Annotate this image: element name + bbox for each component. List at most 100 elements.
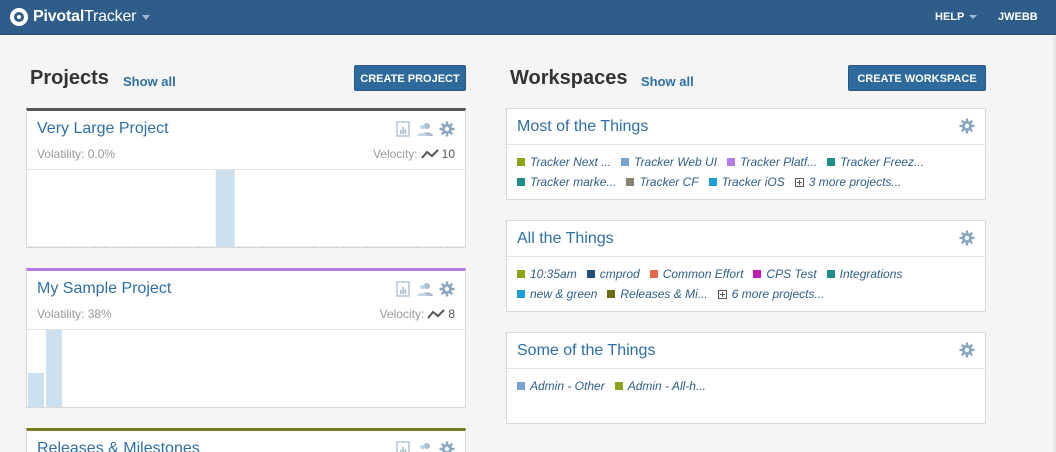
workspaces-show-all-link[interactable]: Show all	[641, 74, 694, 89]
report-icon[interactable]	[395, 441, 411, 452]
project-actions	[395, 121, 455, 137]
workspace-project-link[interactable]: Releases & Mi...	[607, 287, 708, 301]
project-color-swatch	[517, 382, 525, 390]
project-color-swatch	[517, 178, 525, 186]
expand-icon	[717, 289, 727, 299]
volatility: Volatility: 0.0%	[37, 147, 116, 161]
velocity-bar	[69, 246, 89, 247]
workspace-name[interactable]: All the Things	[517, 230, 614, 248]
velocity-bar	[257, 246, 277, 247]
project-name[interactable]: Releases & Milestones	[37, 440, 200, 452]
report-icon[interactable]	[395, 121, 411, 137]
workspace-project-link[interactable]: Admin - All-h...	[614, 379, 706, 393]
gear-icon[interactable]	[959, 342, 975, 363]
more-projects-link[interactable]: 6 more projects...	[717, 287, 825, 301]
chevron-down-icon	[969, 15, 978, 19]
workspace-project-link[interactable]: cmprod	[586, 267, 640, 281]
gear-icon[interactable]	[439, 281, 455, 297]
velocity-bar	[424, 246, 444, 247]
members-icon[interactable]	[417, 441, 433, 452]
project-card: Very Large Project Volatility: 0.0% Velo…	[26, 108, 466, 248]
project-name[interactable]: Very Large Project	[37, 120, 169, 138]
create-project-button[interactable]: CREATE PROJECT	[354, 65, 466, 91]
velocity: Velocity: 10	[373, 147, 455, 161]
user-menu[interactable]: JWEBB	[998, 11, 1038, 23]
velocity-bar	[361, 246, 381, 247]
velocity-bar	[445, 246, 464, 247]
workspace-project-link[interactable]: Common Effort	[649, 267, 743, 281]
projects-title: Projects	[30, 67, 109, 89]
workspace-project-label: Tracker CF	[639, 175, 699, 189]
workspace-project-link[interactable]: Tracker Freez...	[827, 155, 924, 169]
gear-icon[interactable]	[439, 441, 455, 452]
project-color-swatch	[626, 178, 635, 186]
logo[interactable]: PivotalTracker	[10, 8, 151, 26]
project-actions	[395, 281, 455, 297]
chevron-down-icon[interactable]	[142, 14, 151, 20]
workspace-project-row: Tracker Next ... Tracker Web UI Tracker Pl…	[517, 152, 975, 172]
user-name: JWEBB	[998, 11, 1038, 23]
velocity-bar	[174, 246, 193, 247]
workspace-project-link[interactable]: Tracker Web UI	[621, 155, 717, 169]
workspace-project-label: Tracker marke...	[530, 175, 617, 189]
project-color-swatch	[517, 290, 525, 298]
velocity-bar	[46, 330, 62, 407]
project-color-swatch	[708, 178, 717, 186]
project-actions	[395, 441, 455, 452]
velocity-bar	[403, 246, 423, 247]
workspace-project-label: Tracker Platf...	[740, 155, 818, 169]
more-projects-link[interactable]: 3 more projects...	[794, 175, 901, 189]
workspace-project-label: 10:35am	[530, 267, 577, 281]
velocity-bar	[236, 246, 256, 247]
volatility: Volatility: 38%	[37, 307, 112, 321]
create-workspace-button[interactable]: CREATE WORKSPACE	[848, 65, 986, 91]
workspace-project-link[interactable]: Tracker CF	[626, 175, 699, 189]
help-menu[interactable]: HELP	[935, 11, 978, 23]
gear-icon[interactable]	[959, 230, 975, 251]
workspace-project-link[interactable]: 10:35am	[517, 267, 577, 281]
members-icon[interactable]	[417, 121, 433, 137]
workspace-project-label: Admin - All-h...	[627, 379, 706, 393]
project-card: My Sample Project Volatility: 38% Veloci…	[26, 268, 466, 408]
project-color-swatch	[621, 158, 630, 166]
project-color-swatch	[586, 270, 595, 278]
workspace-project-label: Integrations	[839, 267, 903, 281]
workspace-project-link[interactable]: Tracker Next ...	[517, 155, 611, 169]
velocity-bar	[111, 246, 131, 247]
workspace-card: Some of the Things Admin - Other Admin - A…	[506, 332, 986, 424]
velocity-chart-svg	[28, 330, 62, 407]
velocity-bar	[340, 246, 360, 247]
projects-show-all-link[interactable]: Show all	[123, 74, 176, 89]
workspace-project-row: Admin - Other Admin - All-h...	[517, 376, 975, 396]
workspace-project-link[interactable]: Tracker iOS	[708, 175, 785, 189]
workspace-project-link[interactable]: Admin - Other	[517, 379, 605, 393]
velocity-bar	[28, 372, 44, 407]
members-icon[interactable]	[417, 281, 433, 297]
workspace-project-label: cmprod	[599, 267, 640, 281]
velocity-bar	[28, 246, 47, 247]
velocity-bar	[215, 170, 235, 247]
velocity-bar	[194, 246, 214, 247]
project-color-swatch	[517, 270, 525, 278]
project-color-swatch	[517, 158, 525, 166]
workspace-project-link[interactable]: new & green	[517, 287, 597, 301]
more-projects-label: 6 more projects...	[731, 287, 825, 301]
velocity-chart	[27, 329, 465, 407]
workspace-project-link[interactable]: Tracker marke...	[517, 175, 616, 189]
workspace-project-label: Releases & Mi...	[620, 287, 708, 301]
expand-icon	[794, 177, 804, 187]
workspace-project-label: new & green	[530, 287, 598, 301]
workspace-project-label: Tracker Next ...	[530, 155, 612, 169]
workspace-name[interactable]: Most of the Things	[517, 118, 648, 136]
gear-icon[interactable]	[959, 118, 975, 139]
report-icon[interactable]	[395, 281, 411, 297]
workspace-project-link[interactable]: CPS Test	[753, 267, 817, 281]
workspace-project-label: Admin - Other	[530, 379, 605, 393]
project-name[interactable]: My Sample Project	[37, 280, 171, 298]
workspace-project-link[interactable]: Integrations	[826, 267, 903, 281]
workspace-name[interactable]: Some of the Things	[517, 342, 655, 360]
velocity-trend-icon	[427, 309, 446, 319]
workspace-project-label: Tracker iOS	[721, 175, 785, 189]
workspace-project-link[interactable]: Tracker Platf...	[727, 155, 817, 169]
gear-icon[interactable]	[439, 121, 455, 137]
